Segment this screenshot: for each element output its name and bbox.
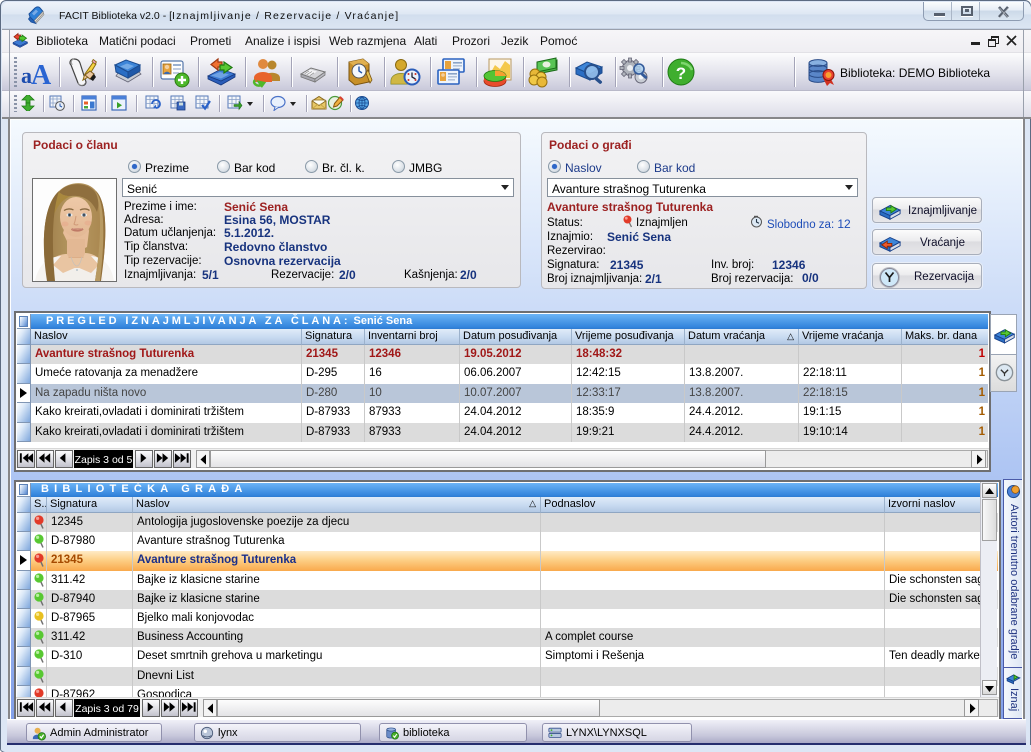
- svg-text:?: ?: [676, 64, 686, 83]
- svg-text:A: A: [31, 60, 52, 88]
